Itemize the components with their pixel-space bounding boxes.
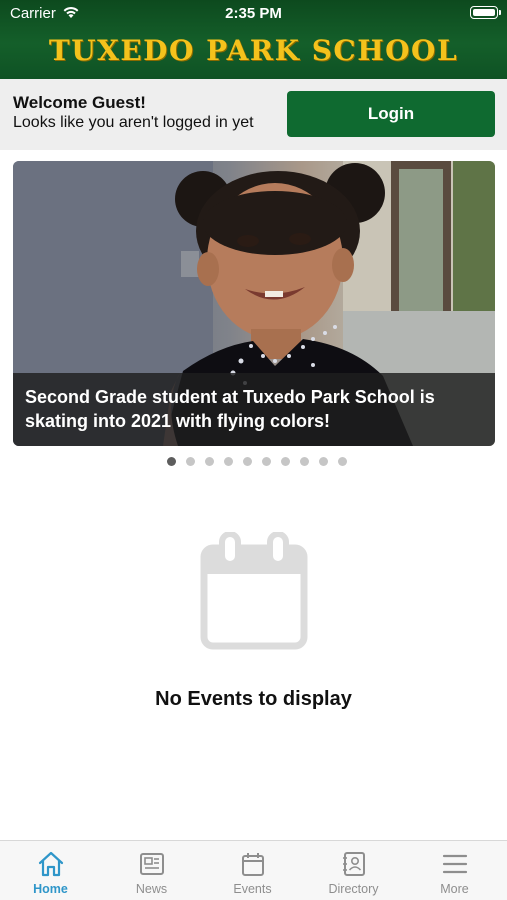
tab-label: More [440, 882, 469, 896]
tab-label: Events [233, 882, 272, 896]
home-icon [38, 851, 64, 877]
menu-icon [442, 854, 468, 874]
welcome-subtitle: Looks like you aren't logged in yet [13, 114, 254, 131]
tab-news[interactable]: News [101, 841, 202, 900]
newspaper-icon [140, 853, 164, 875]
pagination-dot[interactable] [281, 457, 290, 466]
no-events-message: No Events to display [155, 688, 352, 710]
app-header: Carrier 2:35 PM TUXEDO PARK SCHOOL [0, 0, 507, 79]
welcome-title: Welcome Guest! [13, 93, 146, 112]
tab-home[interactable]: Home [0, 841, 101, 900]
carousel-pagination [0, 457, 507, 469]
calendar-icon [200, 532, 308, 650]
news-carousel-slide[interactable]: Second Grade student at Tuxedo Park Scho… [13, 161, 495, 446]
pagination-dot[interactable] [300, 457, 309, 466]
pagination-dot[interactable] [243, 457, 252, 466]
tab-label: Home [33, 882, 68, 896]
pagination-dot[interactable] [262, 457, 271, 466]
tab-more[interactable]: More [404, 841, 505, 900]
pagination-dot[interactable] [205, 457, 214, 466]
battery-icon [470, 6, 501, 19]
pagination-dot[interactable] [167, 457, 176, 466]
tab-events[interactable]: Events [202, 841, 303, 900]
login-button[interactable]: Login [287, 91, 495, 137]
pagination-dot[interactable] [319, 457, 328, 466]
status-bar: Carrier 2:35 PM [0, 0, 507, 28]
directory-icon [343, 852, 365, 876]
tab-label: News [135, 882, 168, 896]
tab-bar: Home News Events Directory More [0, 840, 507, 900]
tab-label: Directory [328, 882, 379, 896]
pagination-dot[interactable] [338, 457, 347, 466]
calendar-icon [242, 853, 264, 876]
status-time: 2:35 PM [225, 5, 282, 22]
pagination-dot[interactable] [186, 457, 195, 466]
slide-caption: Second Grade student at Tuxedo Park Scho… [13, 373, 495, 446]
tab-directory[interactable]: Directory [303, 841, 404, 900]
school-title: TUXEDO PARK SCHOOL [48, 34, 459, 67]
pagination-dot[interactable] [224, 457, 233, 466]
welcome-bar: Welcome Guest! Looks like you aren't log… [0, 79, 507, 150]
